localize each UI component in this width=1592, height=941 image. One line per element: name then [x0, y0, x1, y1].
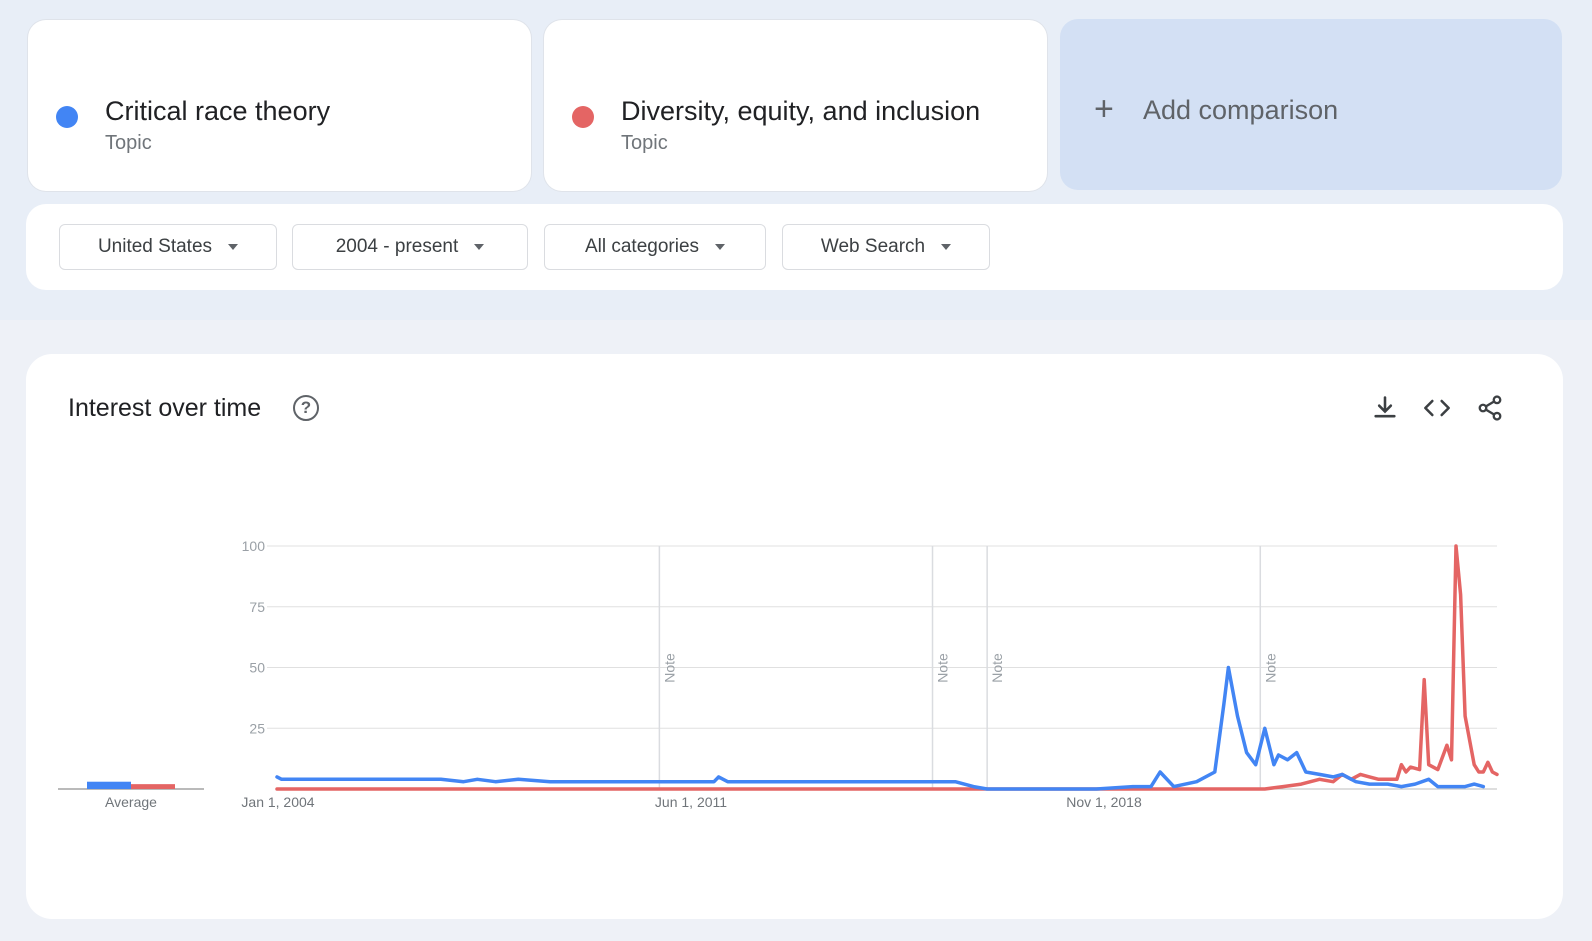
- y-tick-label: 75: [249, 599, 265, 615]
- search-type-dropdown[interactable]: Web Search: [782, 224, 990, 270]
- x-tick-label: Jan 1, 2004: [241, 794, 314, 810]
- category-dropdown[interactable]: All categories: [544, 224, 766, 270]
- time-range-dropdown-label: 2004 - present: [335, 236, 459, 257]
- average-bar: [131, 784, 175, 789]
- average-bars: Average: [58, 781, 204, 810]
- plus-icon: +: [1094, 90, 1114, 128]
- y-tick-label: 100: [242, 538, 266, 554]
- y-tick-label: 25: [249, 720, 265, 736]
- chart-gridlines: 100 75 50 25: [242, 538, 1497, 790]
- x-axis-labels: Jan 1, 2004 Jun 1, 2011 Nov 1, 2018: [241, 794, 1142, 810]
- note-marker-label: Note: [1262, 653, 1278, 683]
- caret-down-icon: [941, 244, 952, 250]
- average-bar: [87, 781, 131, 789]
- add-comparison-button[interactable]: + Add comparison: [1060, 19, 1562, 190]
- term-name: Diversity, equity, and inclusion: [621, 96, 981, 126]
- note-marker-label: Note: [989, 653, 1005, 683]
- region-dropdown[interactable]: United States: [59, 224, 277, 270]
- interest-over-time-chart: Average 100 75 50 25 Note Note Note Note Jan 1…: [58, 538, 1499, 810]
- y-tick-label: 50: [249, 660, 265, 676]
- term-card-diversity-equity-inclusion[interactable]: Diversity, equity, and inclusion Topic: [544, 20, 1047, 191]
- caret-down-icon: [474, 244, 485, 250]
- term-card-critical-race-theory[interactable]: Critical race theory Topic: [28, 20, 531, 191]
- time-range-dropdown[interactable]: 2004 - present: [292, 224, 528, 270]
- region-dropdown-label: United States: [97, 236, 213, 257]
- search-type-dropdown-label: Web Search: [820, 236, 926, 257]
- term-name: Critical race theory: [105, 96, 331, 126]
- interest-over-time-card: Interest over time ? Average 100 75 50 25 N…: [26, 354, 1563, 919]
- caret-down-icon: [715, 244, 726, 250]
- x-tick-label: Nov 1, 2018: [1066, 794, 1142, 810]
- note-marker-label: Note: [935, 653, 951, 683]
- term-type: Topic: [621, 132, 668, 154]
- x-tick-label: Jun 1, 2011: [655, 794, 727, 810]
- filter-bar: United States 2004 - present All categor…: [26, 204, 1563, 290]
- series-color-dot: [56, 106, 78, 128]
- term-type: Topic: [105, 132, 152, 154]
- note-marker-label: Note: [661, 653, 677, 683]
- add-comparison-label: Add comparison: [1143, 95, 1339, 125]
- series-color-dot: [572, 106, 594, 128]
- caret-down-icon: [228, 244, 239, 250]
- category-dropdown-label: All categories: [584, 236, 700, 257]
- average-label: Average: [105, 794, 157, 810]
